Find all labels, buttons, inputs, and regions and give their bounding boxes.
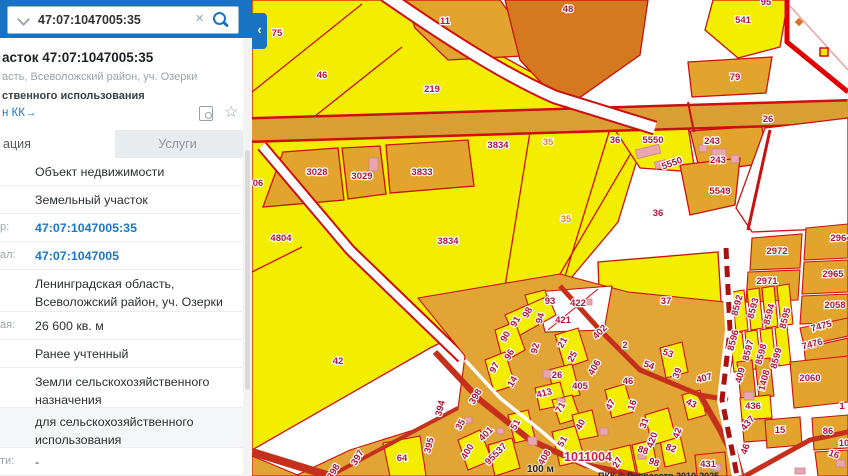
parcel-label[interactable]: 3834	[487, 140, 509, 151]
row-label-fragment: ти:	[0, 455, 14, 467]
row-value: -	[35, 454, 237, 472]
parcel-label[interactable]: 3028	[306, 167, 327, 178]
map-attribution: ПКК © Росреестр 2010-2025	[598, 471, 848, 476]
scale-label: 100 м	[527, 464, 554, 475]
parcel-label[interactable]: 2	[622, 340, 627, 351]
favorite-star-icon[interactable]: ☆	[224, 102, 238, 122]
info-panel: × асток 47:07:1047005:35 асть, Всеволожс…	[0, 0, 252, 476]
chevron-down-icon[interactable]	[17, 13, 30, 26]
parcel-label[interactable]: 46	[317, 70, 328, 81]
parcel-label[interactable]: 2972	[766, 246, 787, 257]
parcel-label[interactable]: 95	[761, 0, 772, 8]
row-value: Объект недвижимости	[35, 164, 237, 182]
cadastral-quarter-link[interactable]: 47:07:1047005	[35, 248, 237, 266]
tab-information[interactable]: ация	[0, 130, 115, 158]
pkk-app: { "sidebar": { "search": { "value": "47:…	[0, 0, 848, 476]
row-value: Земельный участок	[35, 192, 237, 210]
parcel-label[interactable]: 1	[839, 401, 845, 412]
row-label-fragment: ая:	[0, 319, 15, 331]
tab-services[interactable]: Услуги	[112, 130, 243, 158]
row-value: Ленинградская область, Всеволожский райо…	[35, 276, 237, 312]
row-ownership: ти: -	[0, 448, 243, 476]
parcel-label[interactable]: 48	[563, 4, 574, 15]
object-card: асток 47:07:1047005:35 асть, Всеволожски…	[0, 38, 252, 130]
parcel-label[interactable]: 1011004	[564, 450, 612, 464]
parcel-label[interactable]: 79	[730, 72, 741, 83]
parcel-label[interactable]: 37	[661, 296, 672, 307]
parcel-label[interactable]: 2060	[799, 373, 820, 384]
parcel-label[interactable]: 2965	[822, 269, 844, 280]
parcel-label[interactable]: 26	[552, 370, 563, 381]
row-address: Ленинградская область, Всеволожский райо…	[0, 270, 243, 312]
scrollbar-thumb[interactable]	[245, 150, 250, 390]
parcel-label[interactable]: 219	[424, 84, 440, 95]
parcel-label[interactable]: 36	[653, 208, 664, 219]
parcel-label[interactable]: 35	[543, 137, 554, 148]
row-land-category: Земли сельскохозяйственного назначения	[0, 368, 243, 408]
clear-icon[interactable]: ×	[195, 10, 204, 27]
object-title: асток 47:07:1047005:35	[2, 50, 153, 65]
parcel-label[interactable]: 75	[272, 28, 283, 39]
parcel-label[interactable]: 06	[253, 178, 264, 189]
row-status: Ранее учтенный	[0, 340, 243, 368]
row-object-type: Объект недвижимости	[0, 158, 243, 186]
parcel-label[interactable]: 86	[823, 426, 834, 437]
row-area: ая: 26 600 кв. м	[0, 312, 243, 340]
row-value: Ранее учтенный	[35, 346, 237, 364]
parcel-label[interactable]: 2058	[824, 300, 845, 311]
row-parcel-type: Земельный участок	[0, 186, 243, 214]
parcel-label[interactable]: 15	[775, 425, 786, 436]
parcel-label[interactable]: 431	[700, 459, 717, 470]
search-bar: ×	[0, 0, 252, 38]
parcel-label[interactable]: 436	[745, 401, 761, 412]
parcel-label[interactable]: 46	[623, 376, 634, 387]
row-value: Земли сельскохозяйственного назначения	[35, 374, 237, 410]
sidebar-scrollbar[interactable]	[243, 38, 252, 476]
parcel-label[interactable]: 10	[839, 438, 848, 449]
parcel-label[interactable]: 35	[561, 214, 572, 225]
parcel-label[interactable]: 3029	[351, 171, 372, 182]
parcel-label[interactable]: 541	[735, 15, 752, 26]
cadastral-number-link[interactable]: 47:07:1047005:35	[35, 220, 237, 238]
parcel-label[interactable]: 5550	[642, 135, 663, 146]
row-label-fragment: р:	[0, 221, 9, 233]
row-value: 26 600 кв. м	[35, 318, 237, 336]
parcel-label[interactable]: 2964	[830, 233, 848, 244]
row-value: для сельскохозяйственного использования	[35, 414, 237, 450]
row-label-fragment: ал:	[0, 249, 16, 261]
parcel-label[interactable]: 42	[333, 356, 344, 367]
row-permitted-use: для сельскохозяйственного использования	[0, 408, 243, 448]
row-cadastral-number: р: 47:07:1047005:35	[0, 214, 243, 242]
view-on-map-icon[interactable]	[199, 106, 213, 121]
object-usage: ственного использования	[2, 90, 145, 102]
search-icon[interactable]	[213, 12, 226, 25]
sidebar-collapse-button[interactable]: ‹	[252, 13, 267, 49]
search-input[interactable]	[36, 7, 190, 33]
parcel-label[interactable]: 5549	[709, 186, 730, 197]
row-cadastral-quarter: ал: 47:07:1047005	[0, 242, 243, 270]
tab-bar: ация Услуги	[0, 130, 243, 158]
parcel-label[interactable]: 26	[763, 114, 774, 125]
parcel-label[interactable]: 36	[610, 135, 621, 146]
parcel-label[interactable]: 11	[440, 16, 451, 27]
parcel-label[interactable]: 421	[555, 315, 572, 326]
parcel-label[interactable]: 243	[710, 155, 726, 166]
object-address: асть, Всеволожский район, уч. Озерки	[2, 71, 197, 83]
attribute-rows: Объект недвижимости Земельный участок р:…	[0, 158, 243, 476]
parcel-label[interactable]: 3834	[437, 236, 459, 247]
search-box[interactable]: ×	[7, 6, 239, 34]
parcel-label[interactable]: 64	[397, 453, 408, 464]
parcel-label[interactable]: 405	[572, 381, 589, 392]
parcel-label[interactable]: 4804	[270, 233, 292, 244]
parcel-label[interactable]: 422	[570, 298, 586, 309]
parcel-label[interactable]: 243	[704, 136, 720, 147]
parcel-label[interactable]: 93	[545, 296, 556, 307]
parcel-label[interactable]: 3833	[411, 167, 432, 178]
parcel-label[interactable]: 2971	[756, 276, 778, 287]
kk-link[interactable]: н КК→	[2, 107, 36, 119]
